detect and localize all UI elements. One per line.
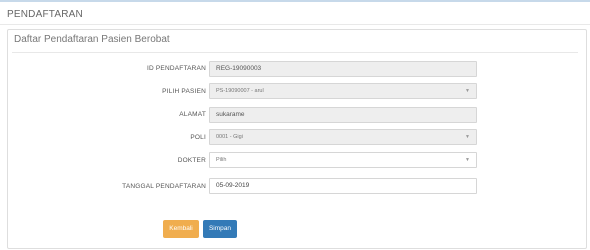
pilih-pasien-select[interactable]: PS-19090007 - arul ▼ (209, 83, 477, 99)
poli-value: 0001 - Gigi (216, 134, 243, 140)
id-pendaftaran-label: ID PENDAFTARAN (146, 65, 206, 72)
chevron-down-icon: ▼ (465, 134, 470, 140)
chevron-down-icon: ▼ (465, 88, 470, 94)
id-pendaftaran-field: REG-19090003 (209, 61, 477, 77)
title-divider (0, 24, 590, 25)
alamat-field: sukarame (209, 107, 477, 123)
tanggal-pendaftaran-label: TANGGAL PENDAFTARAN (122, 183, 206, 190)
dokter-label: DOKTER (177, 157, 206, 164)
pilih-pasien-value: PS-19090007 - arul (216, 88, 264, 94)
page-title: PENDAFTARAN (7, 9, 83, 20)
pilih-pasien-label: PILIH PASIEN (162, 88, 206, 95)
poli-label: POLI (190, 134, 206, 141)
chevron-down-icon: ▼ (465, 157, 470, 163)
dokter-select[interactable]: Pilih ▼ (209, 152, 477, 168)
simpan-button[interactable]: Simpan (203, 220, 237, 238)
tanggal-pendaftaran-value: 05-09-2019 (216, 182, 250, 189)
top-accent-line (0, 0, 590, 2)
poli-select[interactable]: 0001 - Gigi ▼ (209, 129, 477, 145)
alamat-label: ALAMAT (179, 111, 206, 118)
panel-heading: Daftar Pendaftaran Pasien Berobat (14, 34, 170, 45)
panel-divider (12, 52, 578, 53)
kembali-button[interactable]: Kembali (163, 220, 199, 238)
dokter-value: Pilih (216, 157, 227, 163)
id-pendaftaran-value: REG-19090003 (216, 65, 262, 72)
alamat-value: sukarame (216, 111, 245, 118)
tanggal-pendaftaran-input[interactable]: 05-09-2019 (209, 178, 477, 194)
